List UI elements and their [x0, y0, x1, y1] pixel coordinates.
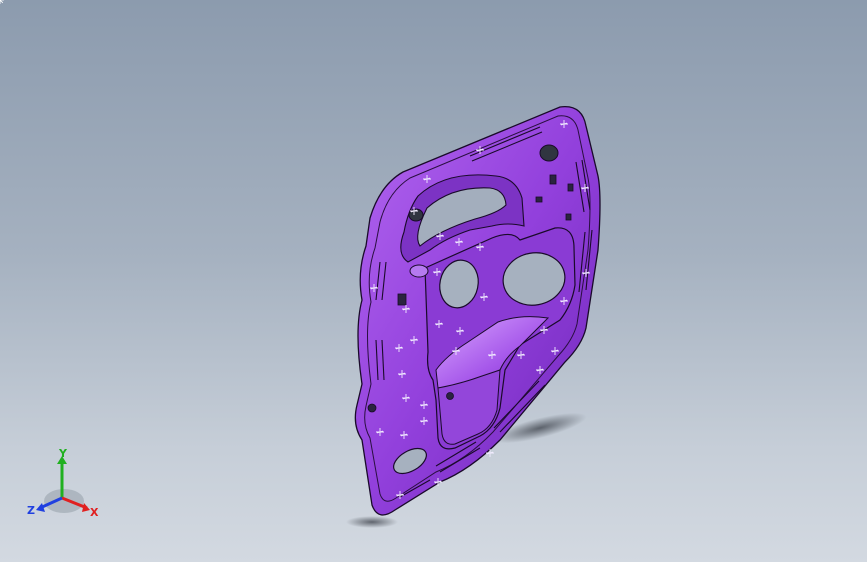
shadow [346, 516, 398, 528]
triad-base [44, 489, 84, 513]
z-axis-label: Z [27, 504, 35, 517]
small-slot-left [409, 264, 429, 278]
hole-top-right [539, 144, 559, 162]
fastener-markers [0, 0, 4, 4]
x-axis-label: X [90, 506, 99, 519]
graphics-viewport[interactable]: Y X Z [0, 0, 867, 562]
reference-triad: Y X Z [27, 448, 99, 519]
door-inner-panel-model[interactable] [0, 0, 867, 562]
y-axis-label: Y [58, 448, 68, 460]
